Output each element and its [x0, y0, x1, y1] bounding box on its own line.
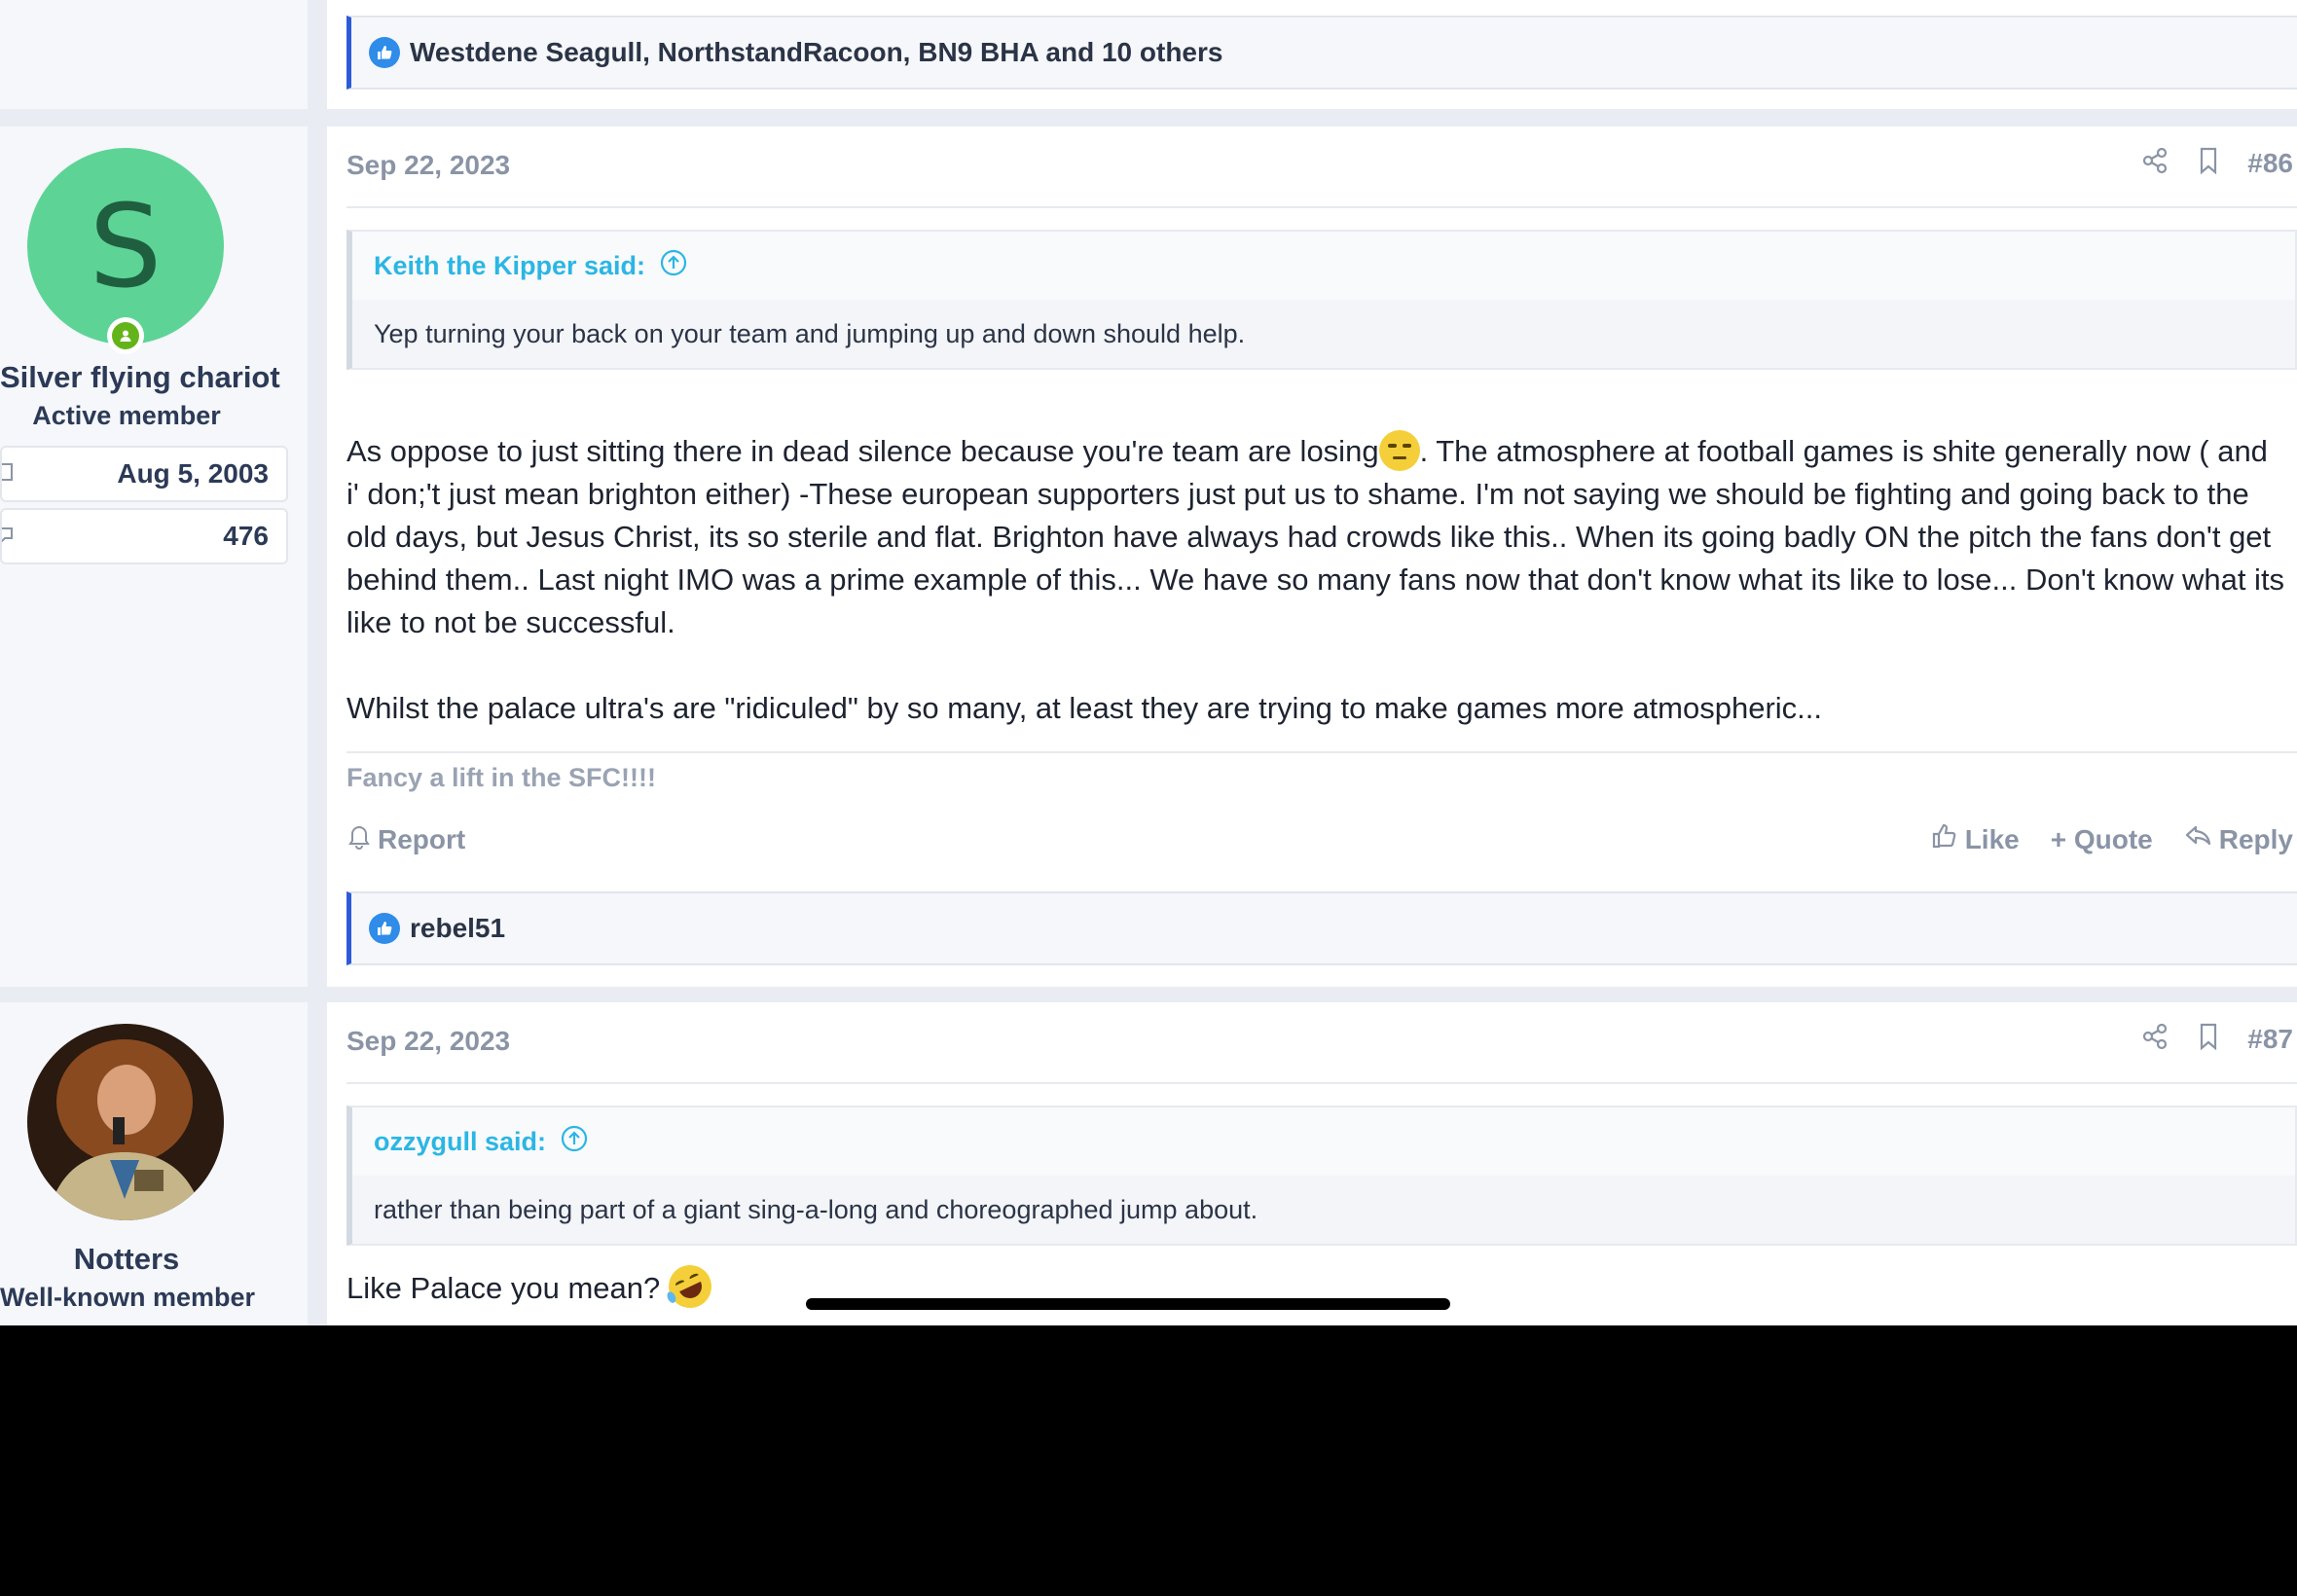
reactions-bar[interactable]: rebel51: [346, 891, 2297, 965]
user-title: Well-known member: [0, 1283, 256, 1312]
bookmark-icon[interactable]: [2195, 146, 2222, 180]
reply-button[interactable]: Reply: [2184, 821, 2293, 857]
like-label: Like: [1964, 823, 2020, 854]
joined-stat: Aug 5, 2003: [0, 446, 288, 502]
post-date[interactable]: Sep 22, 2023: [346, 1026, 510, 1057]
avatar-letter: S: [89, 179, 163, 313]
quote-block: Keith the Kipper said: Yep turning your …: [346, 230, 2297, 370]
signature: Fancy a lift in the SFC!!!!: [346, 763, 657, 792]
post-tools: #86: [2140, 146, 2293, 180]
quote-button[interactable]: + Quote: [2051, 821, 2153, 857]
user-column-prev: [0, 0, 308, 109]
message-text-start: As oppose to just sitting there in dead …: [346, 434, 1379, 468]
username[interactable]: Silver flying chariot: [0, 360, 280, 395]
post-actions-right: Like + Quote Reply: [1930, 821, 2293, 857]
messages-icon: [0, 524, 16, 550]
post-actions: Report Like + Quote Reply: [346, 821, 2293, 857]
online-icon: [107, 317, 144, 354]
report-button[interactable]: Report: [346, 822, 465, 856]
share-icon[interactable]: [2140, 1022, 2169, 1056]
quote-label: + Quote: [2050, 823, 2153, 854]
like-icon: [369, 37, 400, 68]
like-button[interactable]: Like: [1930, 821, 2020, 857]
username[interactable]: Notters: [0, 1242, 253, 1277]
report-label: Report: [378, 823, 466, 854]
bookmark-icon[interactable]: [2195, 1022, 2222, 1056]
messages-stat: 476: [0, 508, 288, 564]
reactions-text[interactable]: Westdene Seagull, NorthstandRacoon, BN9 …: [410, 37, 1222, 68]
bell-icon: [346, 822, 372, 856]
share-icon[interactable]: [2140, 146, 2169, 180]
avatar[interactable]: [27, 1024, 224, 1220]
quote-arrow-icon[interactable]: [560, 1124, 589, 1160]
quote-author[interactable]: Keith the Kipper said:: [374, 251, 645, 281]
post-87: Sep 22, 2023 #87 ozzygull said: rather t…: [327, 1002, 2297, 1325]
reactions-text[interactable]: rebel51: [410, 913, 505, 944]
reactions-bar[interactable]: Westdene Seagull, NorthstandRacoon, BN9 …: [346, 16, 2297, 90]
quote-arrow-icon[interactable]: [659, 248, 688, 284]
thumbs-up-icon: [1930, 821, 1959, 857]
message-text: Like Palace you mean?: [346, 1271, 661, 1305]
signature-divider: [346, 751, 2297, 753]
unamused-emoji-icon: [1378, 430, 1420, 471]
user-column-post86: S Silver flying chariot Active member Au…: [0, 127, 308, 987]
message-body: As oppose to just sitting there in dead …: [346, 430, 2287, 730]
messages-count: 476: [223, 521, 269, 551]
post-number[interactable]: #87: [2247, 1024, 2293, 1055]
black-letterbox: [0, 1325, 2297, 1596]
home-indicator[interactable]: [806, 1298, 1450, 1310]
post-tools: #87: [2140, 1022, 2293, 1056]
post-prev-tail: Westdene Seagull, NorthstandRacoon, BN9 …: [327, 0, 2297, 109]
avatar[interactable]: S: [27, 148, 224, 345]
message-paragraph-2: Whilst the palace ultra's are "ridiculed…: [346, 691, 1823, 725]
reply-icon: [2184, 821, 2213, 857]
divider: [346, 206, 2297, 208]
user-column-post87: Notters Well-known member: [0, 1002, 308, 1325]
quote-author[interactable]: ozzygull said:: [374, 1127, 546, 1157]
reply-label: Reply: [2218, 823, 2293, 854]
quote-header[interactable]: Keith the Kipper said:: [352, 232, 2295, 300]
quote-text: Yep turning your back on your team and j…: [352, 300, 2295, 368]
post-date[interactable]: Sep 22, 2023: [346, 150, 510, 181]
like-icon: [369, 913, 400, 944]
user-title: Active member: [32, 401, 221, 430]
quote-block: ozzygull said: rather than being part of…: [346, 1106, 2297, 1246]
post-86: Sep 22, 2023 #86 Keith the Kipper said: …: [327, 127, 2297, 987]
joined-date: Aug 5, 2003: [117, 458, 269, 489]
rofl-emoji-icon: [661, 1257, 719, 1316]
calendar-icon: [0, 461, 16, 488]
divider: [346, 1082, 2297, 1084]
quote-text: rather than being part of a giant sing-a…: [352, 1176, 2295, 1244]
quote-header[interactable]: ozzygull said:: [352, 1107, 2295, 1176]
forum-thread-view: Westdene Seagull, NorthstandRacoon, BN9 …: [0, 0, 2297, 1325]
post-number[interactable]: #86: [2247, 148, 2293, 179]
